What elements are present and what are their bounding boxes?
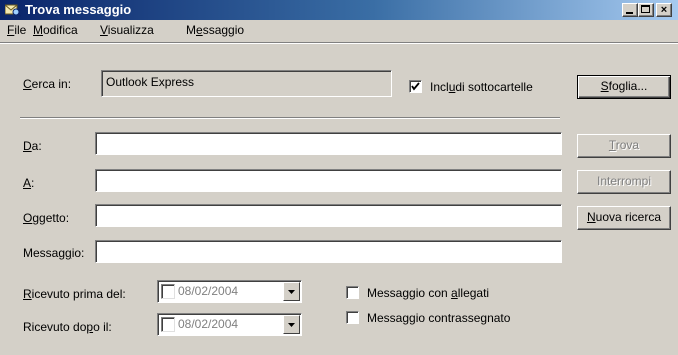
menu-messaggio[interactable]: Messaggio [186, 23, 244, 37]
find-message-window: Trova messaggio × File Modifica Visualiz… [0, 0, 678, 355]
minimize-button[interactable] [622, 3, 638, 17]
include-subfolders-checkbox[interactable] [409, 80, 422, 93]
new-search-button[interactable]: Nuova ricerca [577, 206, 671, 230]
envelope-search-icon [5, 4, 21, 17]
maximize-icon [641, 5, 650, 13]
received-before-date-picker[interactable]: 08/02/2004 [157, 280, 302, 303]
close-button[interactable]: × [656, 3, 672, 17]
received-before-label: Ricevuto prima del: [23, 287, 126, 301]
received-before-date: 08/02/2004 [178, 284, 239, 298]
menu-visualizza[interactable]: Visualizza [100, 23, 154, 37]
subject-label: Oggetto: [23, 211, 70, 225]
received-after-label: Ricevuto dopo il: [23, 320, 112, 334]
chevron-down-icon [288, 323, 295, 327]
close-icon: × [660, 4, 668, 16]
window-title: Trova messaggio [25, 2, 132, 17]
stop-button[interactable]: Interrompi [577, 170, 671, 194]
title-bar[interactable]: Trova messaggio × [0, 0, 678, 20]
find-button[interactable]: Trova [577, 134, 671, 158]
with-attachments-checkbox[interactable] [346, 286, 359, 299]
message-input[interactable] [95, 240, 562, 263]
received-after-dropdown-button[interactable] [283, 315, 300, 334]
checkmark-icon [411, 82, 420, 91]
from-input[interactable] [95, 132, 562, 155]
minimize-icon [626, 12, 633, 14]
with-attachments-label[interactable]: Messaggio con allegati [367, 286, 489, 300]
section-divider [20, 117, 560, 119]
flagged-label[interactable]: Messaggio contrassegnato [367, 311, 510, 325]
to-input[interactable] [95, 169, 562, 192]
menu-bar: File Modifica Visualizza Messaggio [0, 20, 678, 40]
from-label: Da: [23, 139, 42, 153]
search-in-field[interactable]: Outlook Express [101, 70, 392, 97]
flagged-checkbox[interactable] [346, 311, 359, 324]
menu-file[interactable]: File [7, 23, 26, 37]
include-subfolders-label[interactable]: Includi sottocartelle [430, 80, 533, 94]
received-after-date-picker[interactable]: 08/02/2004 [157, 313, 302, 336]
received-after-enable-checkbox[interactable] [161, 317, 175, 332]
browse-button[interactable]: Sfoglia... [577, 75, 671, 99]
to-label: A: [23, 176, 35, 190]
received-before-dropdown-button[interactable] [283, 282, 300, 301]
search-in-label: Cerca in: [23, 77, 72, 91]
menu-modifica[interactable]: Modifica [33, 23, 78, 37]
subject-input[interactable] [95, 204, 562, 227]
received-after-date: 08/02/2004 [178, 317, 239, 331]
chevron-down-icon [288, 290, 295, 294]
maximize-button[interactable] [638, 3, 654, 17]
menu-separator [0, 42, 678, 44]
message-label: Messaggio: [23, 246, 85, 260]
received-before-enable-checkbox[interactable] [161, 284, 175, 299]
